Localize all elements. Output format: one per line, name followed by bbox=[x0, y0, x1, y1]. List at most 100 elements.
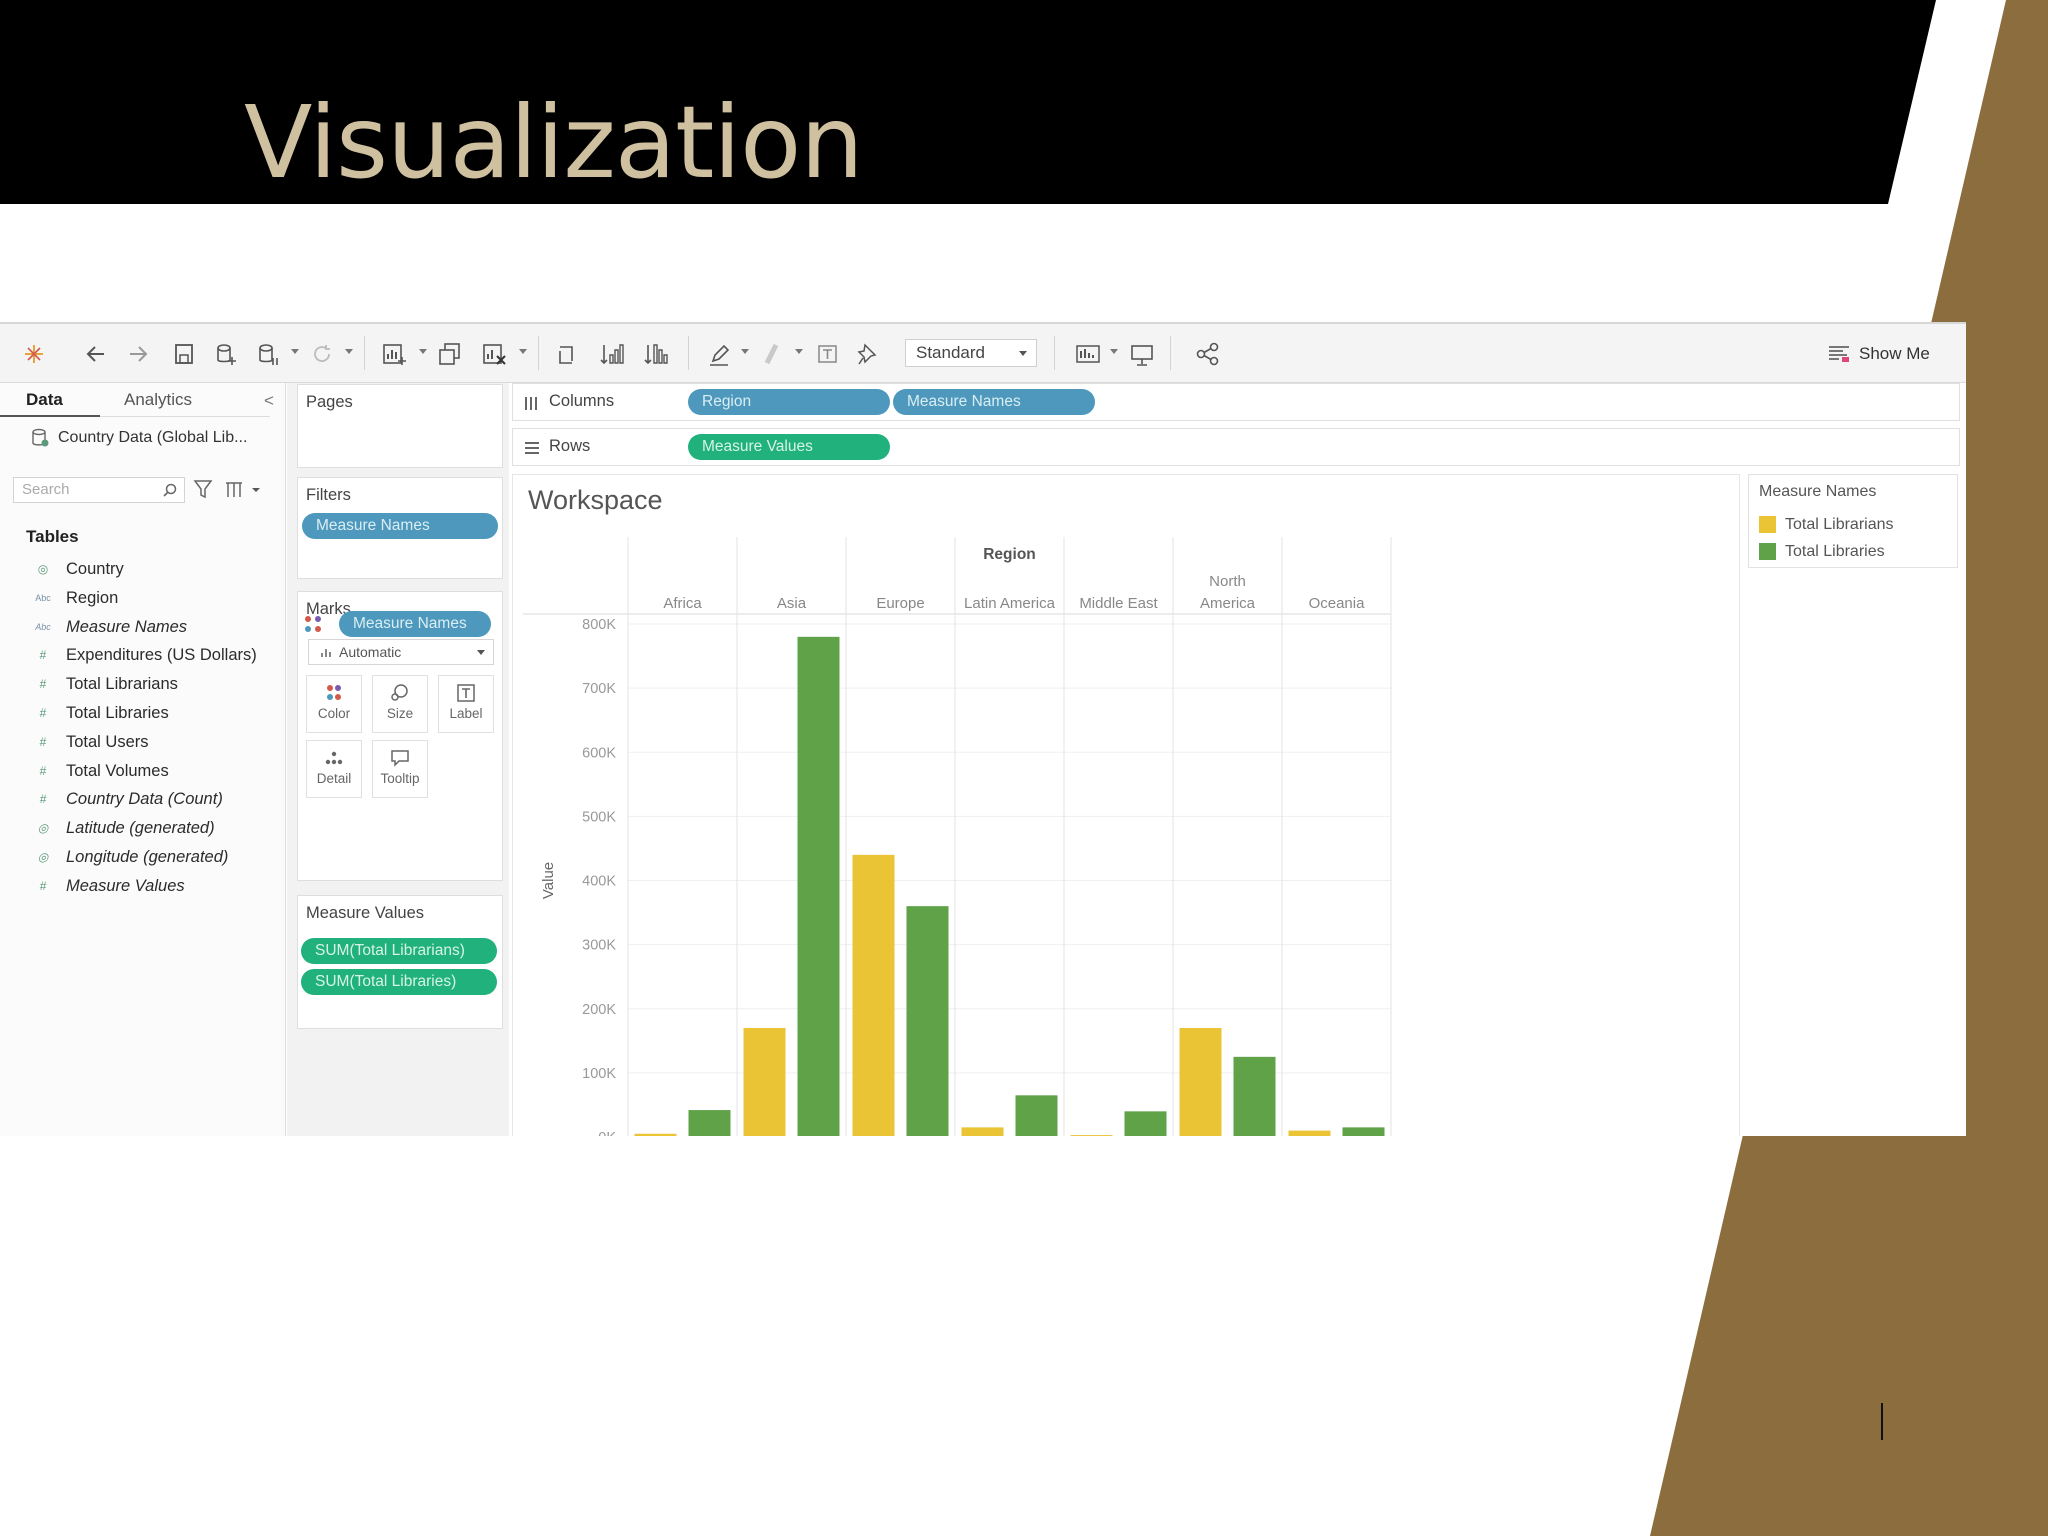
field-item[interactable]: # Total Librarians bbox=[26, 671, 178, 697]
highlight-icon[interactable] bbox=[705, 341, 733, 367]
field-item[interactable]: # Country Data (Count) bbox=[26, 786, 223, 812]
y-axis-title: Value bbox=[540, 862, 557, 899]
share-icon[interactable] bbox=[1194, 341, 1222, 367]
mark-type-select[interactable]: Automatic bbox=[308, 639, 494, 665]
legend-item-label: Total Librarians bbox=[1785, 516, 1894, 533]
measure-icon: # bbox=[39, 706, 47, 720]
marks-color-button[interactable]: Color bbox=[306, 675, 362, 733]
filter-pill-measure-names[interactable]: Measure Names bbox=[302, 513, 498, 539]
dropdown-caret-icon[interactable] bbox=[1110, 349, 1118, 354]
datasource-item[interactable]: Country Data (Global Lib... bbox=[30, 427, 247, 449]
chevron-down-icon bbox=[477, 650, 485, 655]
clear-sheet-icon[interactable] bbox=[480, 341, 508, 367]
datasource-icon bbox=[32, 428, 49, 447]
dropdown-caret-icon[interactable] bbox=[345, 349, 353, 354]
field-item[interactable]: # Total Volumes bbox=[26, 758, 169, 784]
y-tick-label: 400K bbox=[582, 874, 616, 890]
field-item[interactable]: Abc Measure Names bbox=[26, 614, 187, 640]
field-label: Total Librarians bbox=[66, 675, 178, 694]
marks-color-pill[interactable]: Measure Names bbox=[339, 611, 491, 637]
bar bbox=[1288, 1130, 1331, 1136]
new-datasource-icon[interactable] bbox=[212, 341, 240, 367]
abc-icon: Abc bbox=[35, 621, 51, 632]
tooltip-icon bbox=[391, 750, 409, 767]
dropdown-caret-icon[interactable] bbox=[795, 349, 803, 354]
pin-axes-icon[interactable] bbox=[854, 341, 882, 367]
field-item[interactable]: # Total Libraries bbox=[26, 700, 169, 726]
tab-analytics[interactable]: Analytics bbox=[100, 383, 270, 417]
sort-descending-icon[interactable] bbox=[642, 341, 670, 367]
tab-data[interactable]: Data bbox=[0, 383, 100, 417]
field-item[interactable]: ◎ Country bbox=[26, 556, 124, 582]
field-item[interactable]: # Total Users bbox=[26, 729, 149, 755]
fit-select[interactable]: Standard bbox=[905, 339, 1037, 367]
tables-heading: Tables bbox=[26, 527, 79, 546]
search-placeholder: Search bbox=[22, 481, 70, 498]
marks-detail-button[interactable]: Detail bbox=[306, 740, 362, 798]
chevron-down-icon bbox=[252, 488, 260, 492]
collapse-pane-icon[interactable]: < bbox=[264, 391, 274, 411]
y-tick-label: 700K bbox=[582, 681, 616, 697]
fit-select-value: Standard bbox=[916, 343, 985, 362]
field-item[interactable]: ◎ Latitude (generated) bbox=[26, 815, 215, 841]
group-icon[interactable] bbox=[758, 341, 786, 367]
tableau-logo-icon[interactable] bbox=[20, 341, 48, 367]
marks-label-label: Label bbox=[449, 706, 483, 721]
show-me-button[interactable]: Show Me bbox=[1828, 340, 1930, 368]
field-label: Latitude (generated) bbox=[66, 819, 215, 838]
forward-icon[interactable] bbox=[124, 341, 152, 367]
toolbar-separator bbox=[1054, 336, 1055, 370]
field-item[interactable]: Abc Region bbox=[26, 585, 118, 611]
field-label: Country bbox=[66, 560, 124, 578]
marks-tooltip-button[interactable]: Tooltip bbox=[372, 740, 428, 798]
search-input[interactable]: Search bbox=[13, 477, 185, 503]
field-item[interactable]: # Measure Values bbox=[26, 873, 185, 899]
category-label: Oceania bbox=[1309, 595, 1366, 612]
datasource-label: Country Data (Global Lib... bbox=[58, 429, 248, 446]
dropdown-caret-icon[interactable] bbox=[291, 349, 299, 354]
marks-size-button[interactable]: Size bbox=[372, 675, 428, 733]
bar bbox=[1124, 1111, 1167, 1136]
marks-size-label: Size bbox=[386, 706, 414, 721]
marks-label-button[interactable]: Label bbox=[438, 675, 494, 733]
save-icon[interactable] bbox=[170, 341, 198, 367]
pause-updates-icon[interactable] bbox=[254, 341, 282, 367]
swap-axes-icon[interactable] bbox=[554, 341, 582, 367]
legend-item[interactable]: Total Librarians bbox=[1759, 515, 1894, 535]
field-label: Region bbox=[66, 588, 119, 607]
category-label: Asia bbox=[777, 595, 807, 612]
legend-item[interactable]: Total Libraries bbox=[1759, 542, 1885, 562]
field-item[interactable]: ◎ Longitude (generated) bbox=[26, 844, 229, 870]
filters-card-title: Filters bbox=[306, 486, 351, 504]
fit-width-icon[interactable] bbox=[1074, 341, 1102, 367]
measure-value-pill[interactable]: SUM(Total Libraries) bbox=[301, 969, 497, 995]
chevron-down-icon bbox=[1019, 351, 1027, 356]
pages-card[interactable]: Pages bbox=[297, 384, 503, 468]
dropdown-caret-icon[interactable] bbox=[419, 349, 427, 354]
bar bbox=[743, 1027, 786, 1136]
region-header: Region bbox=[983, 546, 1036, 563]
toolbar-separator bbox=[688, 336, 689, 370]
back-icon[interactable] bbox=[82, 341, 110, 367]
columns-pill-measure-names[interactable]: Measure Names bbox=[893, 389, 1095, 415]
dropdown-caret-icon[interactable] bbox=[519, 349, 527, 354]
y-tick-label: 200K bbox=[582, 1002, 616, 1018]
dropdown-caret-icon[interactable] bbox=[741, 349, 749, 354]
measure-value-pill[interactable]: SUM(Total Librarians) bbox=[301, 938, 497, 964]
field-item[interactable]: # Expenditures (US Dollars) bbox=[26, 642, 257, 668]
measure-icon: # bbox=[39, 734, 47, 749]
new-worksheet-icon[interactable] bbox=[380, 341, 408, 367]
rows-shelf[interactable]: Rows Measure Values bbox=[512, 428, 1960, 466]
rows-pill-measure-values[interactable]: Measure Values bbox=[688, 434, 890, 460]
marks-detail-label: Detail bbox=[316, 771, 352, 786]
mark-type-value: Automatic bbox=[339, 644, 402, 660]
refresh-icon[interactable] bbox=[308, 341, 336, 367]
columns-pill-region[interactable]: Region bbox=[688, 389, 890, 415]
field-label: Measure Names bbox=[66, 617, 188, 636]
presentation-icon[interactable] bbox=[1128, 341, 1156, 367]
marks-color-label: Color bbox=[317, 706, 351, 721]
sort-ascending-icon[interactable] bbox=[598, 341, 626, 367]
show-labels-icon[interactable] bbox=[814, 341, 842, 367]
columns-shelf[interactable]: Columns Region Measure Names bbox=[512, 383, 1960, 421]
duplicate-sheet-icon[interactable] bbox=[436, 341, 464, 367]
